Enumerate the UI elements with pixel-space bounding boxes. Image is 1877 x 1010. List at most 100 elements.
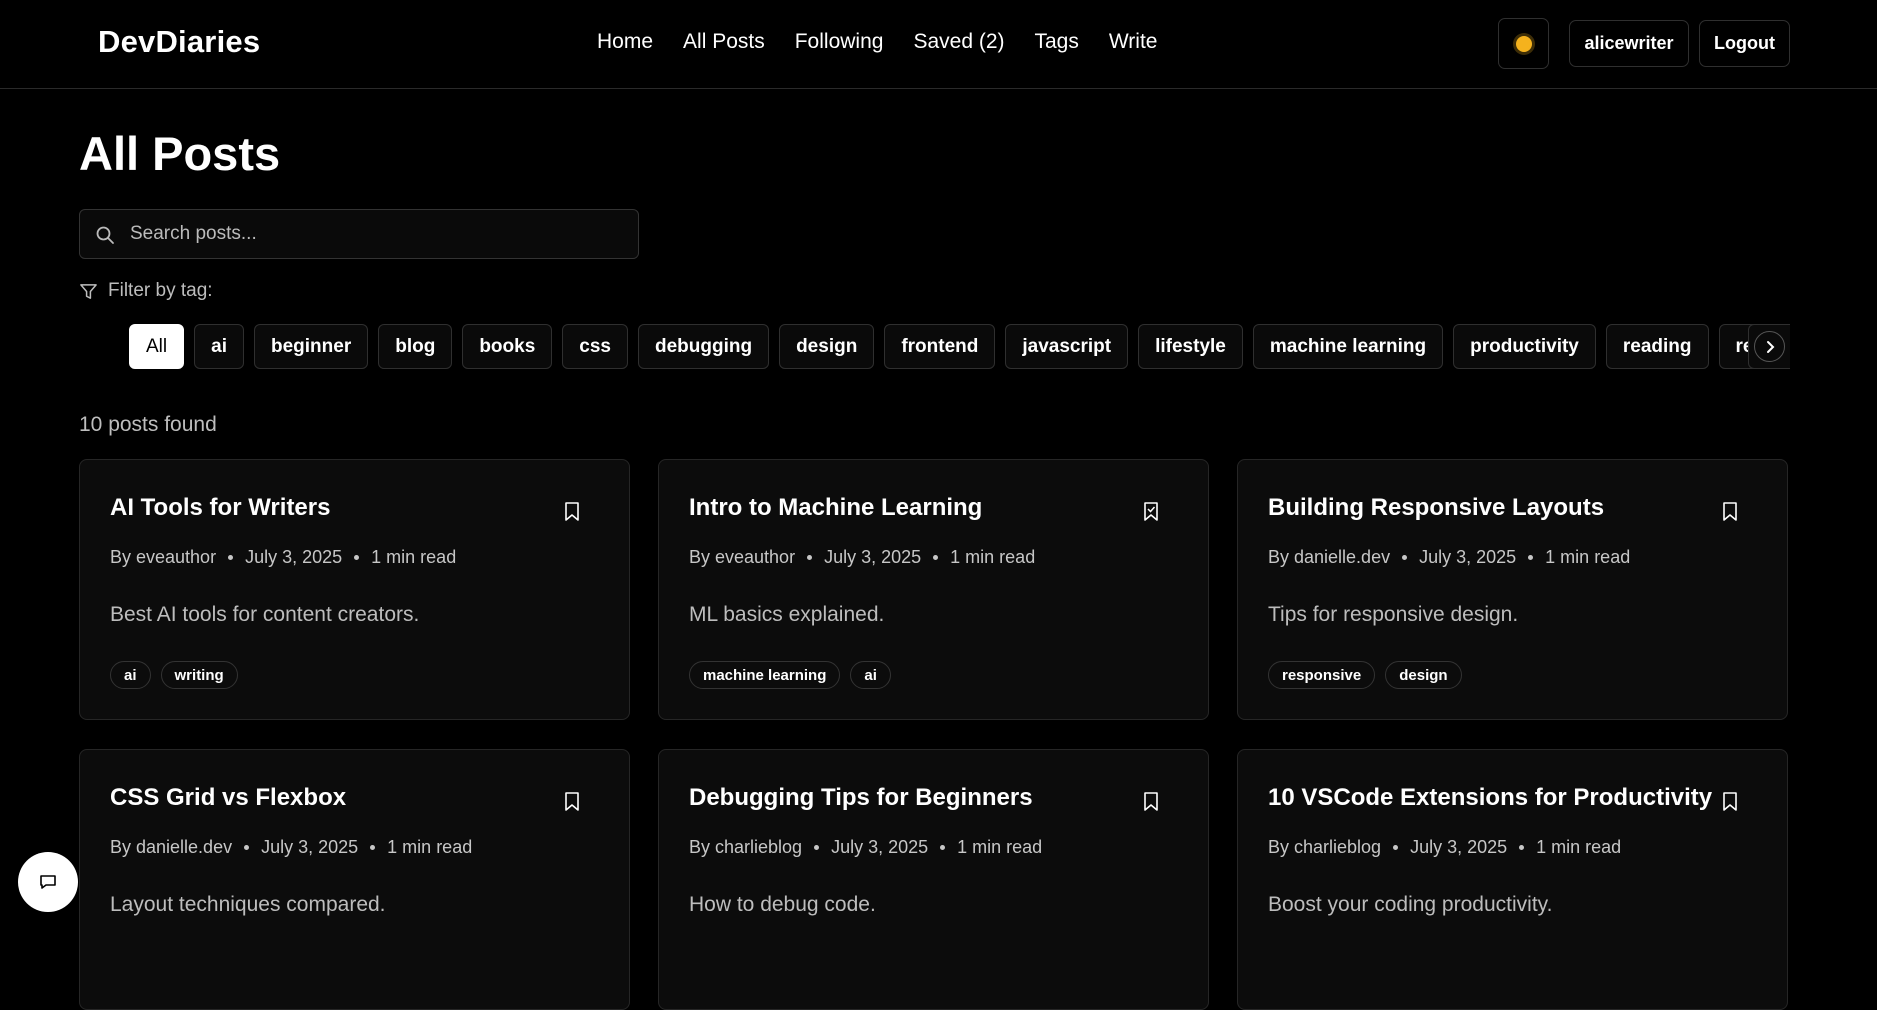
post-title[interactable]: Building Responsive Layouts bbox=[1268, 494, 1604, 522]
site-header: DevDiaries Home All Posts Following Save… bbox=[0, 0, 1877, 89]
post-read-time: 1 min read bbox=[950, 547, 1036, 567]
separator-dot bbox=[1519, 845, 1525, 850]
post-author[interactable]: By charlieblog bbox=[1268, 837, 1381, 858]
post-tag[interactable]: machine learning bbox=[689, 661, 841, 689]
separator-dot bbox=[814, 845, 820, 850]
tags-scroll-right-button[interactable] bbox=[1748, 324, 1790, 369]
site-logo[interactable]: DevDiaries bbox=[98, 24, 260, 60]
bookmark-icon[interactable] bbox=[564, 792, 580, 812]
search-icon bbox=[96, 226, 114, 244]
post-meta: By charlieblog July 3, 2025 1 min read bbox=[689, 837, 1042, 858]
post-date: July 3, 2025 bbox=[831, 837, 929, 857]
nav-all-posts[interactable]: All Posts bbox=[683, 30, 765, 54]
tag-chip[interactable]: design bbox=[779, 324, 875, 369]
post-author[interactable]: By danielle.dev bbox=[1268, 547, 1390, 568]
post-tag[interactable]: ai bbox=[850, 661, 891, 689]
post-tag[interactable]: design bbox=[1385, 661, 1462, 689]
tag-chip[interactable]: debugging bbox=[637, 324, 770, 369]
separator-dot bbox=[244, 845, 250, 850]
post-author[interactable]: By eveauthor bbox=[110, 547, 216, 568]
user-button[interactable]: alicewriter bbox=[1569, 20, 1689, 67]
post-meta: By danielle.dev July 3, 2025 1 min read bbox=[1268, 547, 1630, 568]
post-author[interactable]: By eveauthor bbox=[689, 547, 795, 568]
post-title[interactable]: AI Tools for Writers bbox=[110, 494, 330, 522]
separator-dot bbox=[354, 555, 360, 560]
post-author[interactable]: By charlieblog bbox=[689, 837, 802, 858]
search-box bbox=[79, 209, 639, 259]
tag-chip[interactable]: ai bbox=[194, 324, 244, 369]
post-read-time: 1 min read bbox=[387, 837, 473, 857]
post-title[interactable]: CSS Grid vs Flexbox bbox=[110, 784, 346, 812]
separator-dot bbox=[370, 845, 376, 850]
post-read-time: 1 min read bbox=[1545, 547, 1631, 567]
tag-chip[interactable]: css bbox=[562, 324, 628, 369]
bookmark-icon[interactable] bbox=[564, 502, 580, 522]
bookmark-icon[interactable] bbox=[1143, 792, 1159, 812]
post-description: Layout techniques compared. bbox=[110, 893, 386, 916]
post-card[interactable]: Debugging Tips for Beginners By charlieb… bbox=[658, 749, 1209, 1010]
bookmark-icon[interactable] bbox=[1722, 502, 1738, 522]
post-date: July 3, 2025 bbox=[1419, 547, 1517, 567]
post-tags: ai writing bbox=[110, 661, 238, 689]
separator-dot bbox=[228, 555, 234, 560]
post-tag[interactable]: responsive bbox=[1268, 661, 1376, 689]
post-meta: By charlieblog July 3, 2025 1 min read bbox=[1268, 837, 1621, 858]
tag-chip[interactable]: machine learning bbox=[1252, 324, 1444, 369]
nav-write[interactable]: Write bbox=[1109, 30, 1158, 54]
main-nav: Home All Posts Following Saved (2) Tags … bbox=[597, 30, 1157, 54]
post-description: Tips for responsive design. bbox=[1268, 603, 1519, 626]
post-description: How to debug code. bbox=[689, 893, 876, 916]
chat-icon bbox=[40, 875, 56, 889]
nav-home[interactable]: Home bbox=[597, 30, 653, 54]
tag-chip[interactable]: All bbox=[129, 324, 185, 369]
separator-dot bbox=[1528, 555, 1534, 560]
post-meta: By eveauthor July 3, 2025 1 min read bbox=[689, 547, 1035, 568]
tag-chip[interactable]: productivity bbox=[1453, 324, 1596, 369]
tag-chip[interactable]: blog bbox=[378, 324, 453, 369]
post-description: ML basics explained. bbox=[689, 603, 885, 626]
post-title[interactable]: Intro to Machine Learning bbox=[689, 494, 982, 522]
chevron-right-icon bbox=[1754, 331, 1785, 362]
post-card[interactable]: Building Responsive Layouts By danielle.… bbox=[1237, 459, 1788, 720]
tag-chip[interactable]: javascript bbox=[1005, 324, 1129, 369]
chat-button[interactable] bbox=[18, 852, 78, 912]
tag-chip[interactable]: books bbox=[462, 324, 553, 369]
tag-chip[interactable]: frontend bbox=[884, 324, 996, 369]
post-read-time: 1 min read bbox=[371, 547, 457, 567]
post-meta: By danielle.dev July 3, 2025 1 min read bbox=[110, 837, 472, 858]
tag-filter-list: All ai beginner blog books css debugging design… bbox=[129, 324, 1790, 370]
tag-chip[interactable]: reading bbox=[1605, 324, 1709, 369]
separator-dot bbox=[1393, 845, 1399, 850]
post-date: July 3, 2025 bbox=[824, 547, 922, 567]
separator-dot bbox=[807, 555, 813, 560]
filter-label-text: Filter by tag: bbox=[108, 280, 213, 301]
post-tags: responsive design bbox=[1268, 661, 1462, 689]
post-author[interactable]: By danielle.dev bbox=[110, 837, 232, 858]
nav-saved[interactable]: Saved (2) bbox=[913, 30, 1004, 54]
bookmark-icon[interactable] bbox=[1143, 502, 1159, 522]
post-title[interactable]: Debugging Tips for Beginners bbox=[689, 784, 1033, 812]
post-card[interactable]: 10 VSCode Extensions for Productivity By… bbox=[1237, 749, 1788, 1010]
post-tag[interactable]: writing bbox=[160, 661, 238, 689]
post-read-time: 1 min read bbox=[1536, 837, 1622, 857]
post-meta: By eveauthor July 3, 2025 1 min read bbox=[110, 547, 456, 568]
separator-dot bbox=[933, 555, 939, 560]
filter-label: Filter by tag: bbox=[79, 280, 213, 302]
post-read-time: 1 min read bbox=[957, 837, 1043, 857]
post-card[interactable]: CSS Grid vs Flexbox By danielle.dev July… bbox=[79, 749, 630, 1010]
post-card[interactable]: AI Tools for Writers By eveauthor July 3… bbox=[79, 459, 630, 720]
bookmark-icon[interactable] bbox=[1722, 792, 1738, 812]
nav-tags[interactable]: Tags bbox=[1035, 30, 1079, 54]
post-card[interactable]: Intro to Machine Learning By eveauthor J… bbox=[658, 459, 1209, 720]
nav-following[interactable]: Following bbox=[795, 30, 884, 54]
theme-toggle-button[interactable] bbox=[1498, 18, 1549, 69]
separator-dot bbox=[940, 845, 946, 850]
separator-dot bbox=[1402, 555, 1408, 560]
tag-chip[interactable]: lifestyle bbox=[1138, 324, 1243, 369]
search-input[interactable] bbox=[130, 210, 630, 258]
post-tag[interactable]: ai bbox=[110, 661, 151, 689]
post-title[interactable]: 10 VSCode Extensions for Productivity bbox=[1268, 784, 1712, 812]
logout-button[interactable]: Logout bbox=[1699, 20, 1790, 67]
post-tags: machine learning ai bbox=[689, 661, 891, 689]
tag-chip[interactable]: beginner bbox=[253, 324, 369, 369]
